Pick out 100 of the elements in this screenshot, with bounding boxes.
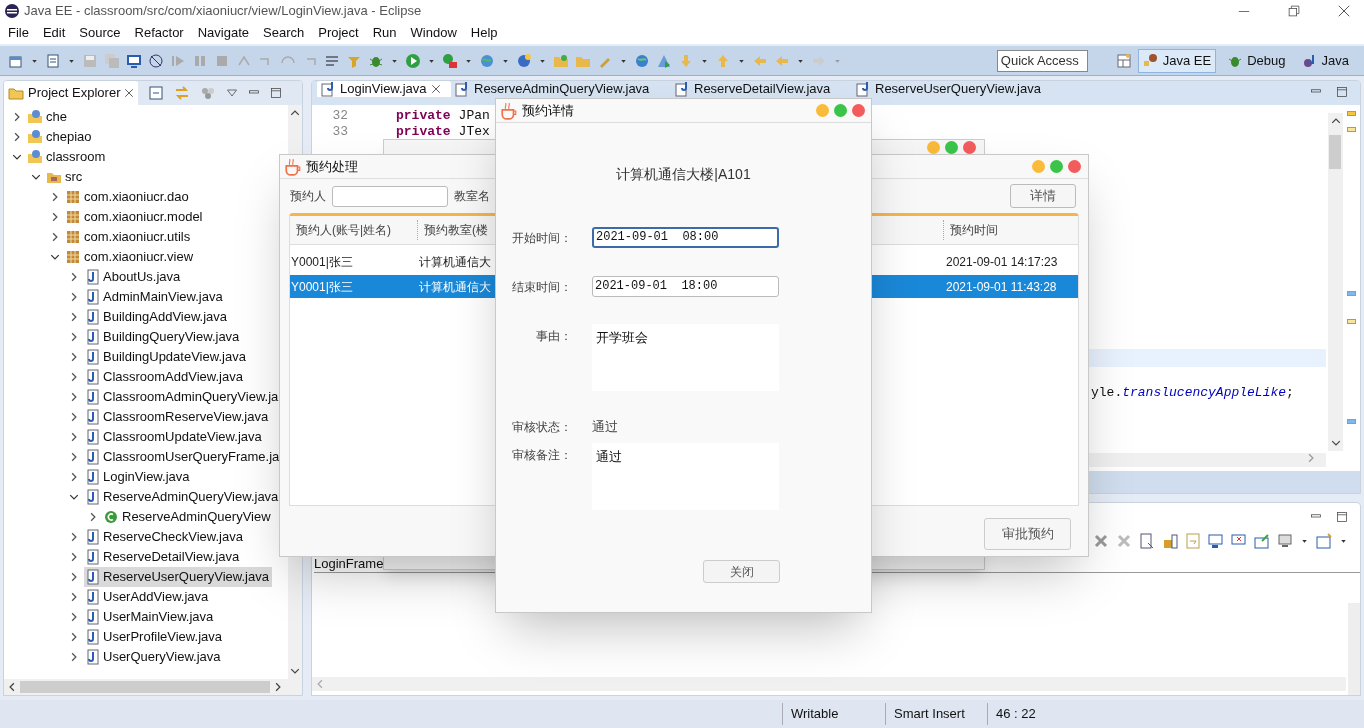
column-header[interactable]: 预约教室(楼 [424, 221, 488, 239]
editor-tab[interactable]: ReserveUserQueryView.java [852, 81, 1042, 97]
menu-item[interactable]: Navigate [195, 23, 251, 43]
close-icon[interactable] [430, 84, 441, 94]
editor-tab[interactable]: ReserveAdminQueryView.java [451, 81, 671, 97]
open-perspective-icon[interactable] [1115, 52, 1132, 69]
date-time-field[interactable]: 2021-09-01 08:00 [592, 226, 779, 248]
display-icon[interactable] [1277, 533, 1293, 549]
menu-item[interactable]: File [6, 23, 31, 43]
tree-item[interactable]: UserMainView.java [84, 607, 217, 627]
menu-item[interactable]: Window [408, 23, 459, 43]
input-field[interactable] [332, 185, 448, 207]
tree-item[interactable]: com.xiaoniucr.view [65, 247, 197, 267]
warning-marker[interactable] [1347, 127, 1356, 132]
tree-item[interactable]: classroom [27, 147, 109, 167]
perspective-button[interactable]: Java [1296, 48, 1354, 73]
view-menu-icon[interactable] [226, 87, 239, 99]
maximize-icon[interactable] [270, 87, 283, 99]
restore-icon[interactable] [1288, 5, 1300, 17]
menu-item[interactable]: Project [316, 23, 361, 43]
warning-marker[interactable] [1347, 111, 1356, 116]
console-icon[interactable] [1208, 533, 1224, 549]
text-area[interactable]: 通过 [592, 443, 779, 510]
maximize-icon[interactable] [1336, 511, 1348, 523]
tree-item[interactable]: UserAddView.java [84, 587, 212, 607]
editor-tab[interactable]: LoginView.java [317, 81, 451, 97]
details-button[interactable]: 详情 [1010, 184, 1076, 208]
tree-item[interactable]: com.xiaoniucr.dao [65, 187, 192, 207]
tree-item[interactable]: BuildingUpdateView.java [84, 347, 249, 367]
open-folder-icon[interactable] [553, 52, 569, 69]
perspective-button[interactable]: Java EE [1137, 48, 1217, 73]
column-header[interactable]: 预约时间 [950, 221, 998, 239]
globe-icon[interactable] [634, 52, 650, 69]
tree-item[interactable]: src [46, 167, 86, 187]
tree-item[interactable]: ReserveAdminQueryView.java [84, 487, 282, 507]
close-icon[interactable] [1338, 5, 1350, 17]
editor-tab[interactable]: ReserveDetailView.java [671, 81, 852, 97]
warning-marker[interactable] [1347, 319, 1356, 324]
tree-item[interactable]: BuildingAddView.java [84, 307, 231, 327]
tree-item[interactable]: UserProfileView.java [84, 627, 225, 647]
tree-item[interactable]: AdminMainView.java [84, 287, 226, 307]
scroll-right-icon [273, 682, 283, 692]
tree-item[interactable]: com.xiaoniucr.model [65, 207, 206, 227]
tree-item[interactable]: ReserveUserQueryView.java [84, 567, 272, 587]
tree-item[interactable]: ClassroomReserveView.java [84, 407, 272, 427]
column-header[interactable]: 预约人(账号|姓名) [296, 221, 392, 239]
tree-item[interactable]: com.xiaoniucr.utils [65, 227, 194, 247]
menu-item[interactable]: Search [261, 23, 307, 43]
menu-item[interactable]: Help [468, 23, 500, 43]
table-cell: 2021-09-01 11:43:28 [946, 279, 1057, 294]
horizontal-scrollbar[interactable] [4, 679, 302, 695]
filter-icon[interactable] [200, 85, 217, 101]
globe-icon[interactable] [479, 52, 495, 69]
perspective-button[interactable]: Debug [1222, 48, 1291, 73]
menu-item[interactable]: Refactor [132, 23, 186, 43]
server-icon[interactable] [516, 52, 532, 69]
collapse-all-icon[interactable] [148, 85, 165, 101]
tree-item[interactable]: LoginView.java [84, 467, 193, 487]
menu-item[interactable]: Edit [40, 23, 68, 43]
menu-item[interactable]: Source [77, 23, 123, 43]
tree-item[interactable]: ClassroomAdminQueryView.ja [84, 387, 282, 407]
skip-icon[interactable] [148, 52, 164, 69]
tree-item[interactable]: AboutUs.java [84, 267, 184, 287]
approve-button[interactable]: 审批预约 [984, 518, 1071, 550]
pin-icon[interactable] [1254, 533, 1270, 549]
field-label: 预约人 [290, 188, 326, 205]
text-area[interactable]: 开学班会 [592, 324, 779, 391]
console-title: LoginFrame [314, 554, 384, 573]
annotation-marker[interactable] [1347, 291, 1356, 296]
tree-item[interactable]: chepiao [27, 127, 95, 147]
tree-item[interactable]: ReserveCheckView.java [84, 527, 246, 547]
tree-item[interactable]: UserQueryView.java [84, 647, 224, 667]
horizontal-scrollbar[interactable] [312, 677, 1346, 691]
tree-item[interactable]: ClassroomAddView.java [84, 367, 246, 387]
tree-item[interactable]: BuildingQueryView.java [84, 327, 243, 347]
close-button[interactable]: 关闭 [703, 560, 780, 583]
new-file-icon[interactable] [45, 52, 61, 69]
tree-item[interactable]: ClassroomUserQueryFrame.ja [84, 447, 283, 467]
document-icon[interactable] [1139, 533, 1155, 549]
run-icon[interactable] [405, 52, 421, 69]
menu-item[interactable]: Run [370, 23, 399, 43]
date-time-field[interactable]: 2021-09-01 18:00 [592, 275, 779, 297]
close-icon[interactable] [124, 88, 135, 98]
quick-access-field[interactable]: Quick Access [996, 49, 1088, 72]
field-label: 教室名 [454, 188, 490, 205]
tree-item[interactable]: ReserveAdminQueryView [103, 507, 274, 527]
scroll-up-icon [290, 108, 300, 118]
maximize-icon[interactable] [1336, 86, 1348, 98]
remove-icon[interactable] [1093, 533, 1109, 549]
annotation-marker[interactable] [1347, 419, 1356, 424]
field-label: 事由： [536, 328, 572, 345]
new-console-icon[interactable] [1316, 533, 1332, 549]
external-tool-icon[interactable] [442, 52, 458, 69]
scroll-thumb[interactable] [1329, 135, 1341, 169]
monitor-icon[interactable] [126, 52, 142, 69]
tree-item[interactable]: ClassroomUpdateView.java [84, 427, 265, 447]
explorer-tab[interactable]: Project Explorer [4, 81, 139, 105]
tree-item[interactable]: ReserveDetailView.java [84, 547, 243, 567]
tree-item[interactable]: che [27, 107, 70, 127]
lock-icon[interactable] [1162, 533, 1178, 549]
